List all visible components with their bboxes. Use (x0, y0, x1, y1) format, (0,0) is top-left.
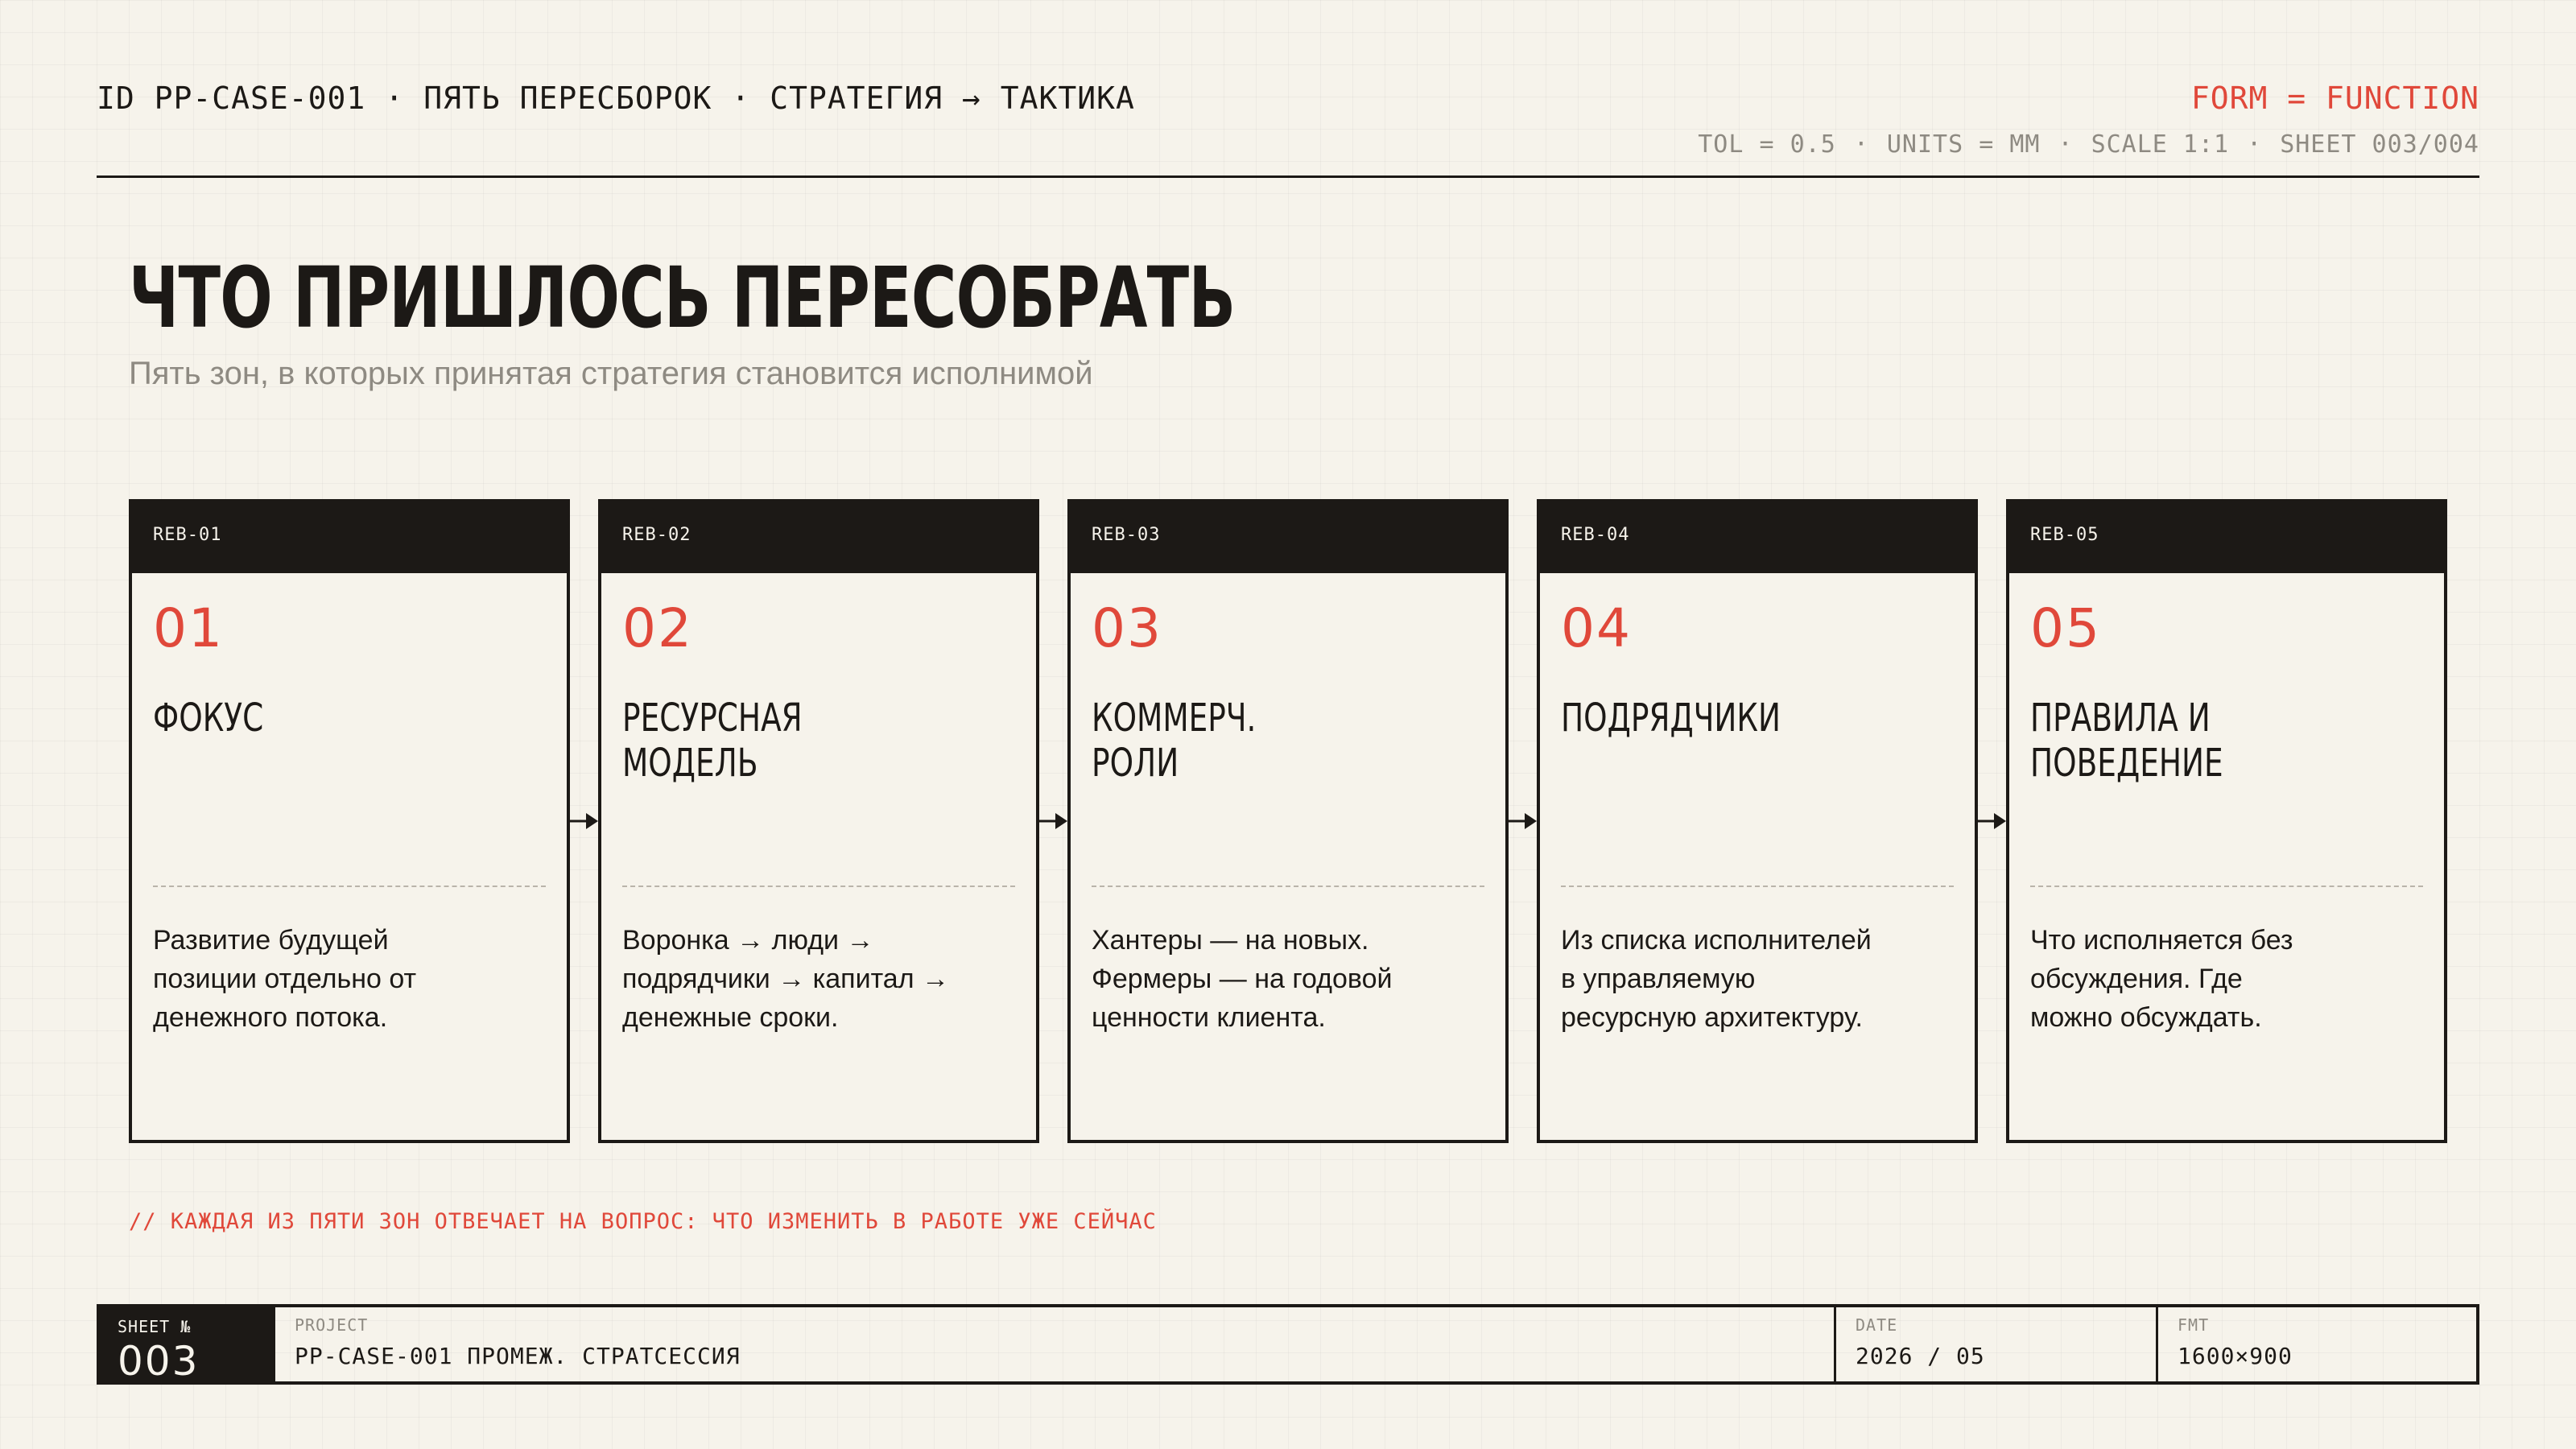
card-number: 05 (2030, 597, 2101, 659)
card-description: Воронка → люди → подрядчики → капитал → де… (622, 921, 1009, 1037)
card-description-line: Что исполняется без (2030, 925, 2293, 956)
rebuild-card: REB-01 01 ФОКУС Развитие будущей позиции отд… (129, 499, 570, 1143)
header-specs: TOL = 0.5 · UNITS = MM · SCALE 1:1 · SHEET 003… (1698, 130, 2479, 159)
card-description-line: Хантеры — на новых. (1092, 925, 1369, 956)
card-title-line: ФОКУС (153, 696, 264, 741)
rebuild-card: REB-05 05 ПРАВИЛА И ПОВЕДЕНИЕ Что исполняетс… (2006, 499, 2447, 1143)
footer-format-cell: FMT 1600×900 (2156, 1307, 2476, 1381)
card-code: REB-05 (2009, 502, 2444, 573)
card-description-line: Воронка → люди → (622, 925, 874, 956)
header-breadcrumb: ID PP-CASE-001 · ПЯТЬ ПЕРЕСБОРОК · СТРАТЕГИЯ… (97, 80, 1135, 116)
page-title: ЧТО ПРИШЛОСЬ ПЕРЕСОБРАТЬ (129, 249, 1236, 347)
card-description-line: ресурсную архитектуру. (1561, 1002, 1863, 1033)
card-title-line: ПРАВИЛА И (2030, 696, 2211, 741)
card-code: REB-01 (132, 502, 567, 573)
card-description: Хантеры — на новых. Фермеры — на годовой ц… (1092, 921, 1478, 1037)
footer-date-cell: DATE 2026 / 05 (1834, 1307, 2156, 1381)
card-description-line: подрядчики → капитал → (622, 964, 949, 994)
card-divider (622, 886, 1015, 887)
card-title: КОММЕРЧ. РОЛИ (1092, 696, 1493, 786)
header-separator: · (731, 80, 751, 116)
card-description-line: Фермеры — на годовой (1092, 964, 1393, 994)
footer-project-value: PP-CASE-001 ПРОМЕЖ. СТРАТСЕССИЯ (295, 1343, 741, 1369)
rebuild-card: REB-02 02 РЕСУРСНАЯ МОДЕЛЬ Воронка → люди → п… (598, 499, 1039, 1143)
spec-tol: TOL = 0.5 (1698, 130, 1836, 159)
arrow-right-icon (1978, 813, 2006, 829)
footnote: // КАЖДАЯ ИЗ ПЯТИ ЗОН ОТВЕЧАЕТ НА ВОПРОС… (129, 1209, 1157, 1234)
arrow-right-icon (1039, 813, 1067, 829)
card-divider (1092, 886, 1484, 887)
spec-units: UNITS = MM (1886, 130, 2041, 159)
header-separator: · (2058, 130, 2074, 159)
card-description-line: Развитие будущей (153, 925, 389, 956)
footer-sheet-number: 003 (118, 1338, 200, 1385)
header-project: ПЯТЬ ПЕРЕСБОРОК (423, 80, 712, 116)
card-title: РЕСУРСНАЯ МОДЕЛЬ (622, 696, 1024, 786)
header-id: ID PP-CASE-001 (97, 80, 366, 116)
card-title-line: ПОДРЯДЧИКИ (1561, 696, 1781, 741)
footer-format-label: FMT (2178, 1315, 2210, 1335)
card-title-line: КОММЕРЧ. (1092, 696, 1257, 741)
card-title-line: РОЛИ (1092, 741, 1179, 786)
rebuild-cards: REB-01 01 ФОКУС Развитие будущей позиции отд… (129, 499, 2447, 1143)
rebuild-card: REB-03 03 КОММЕРЧ. РОЛИ Хантеры — на новых. Ф… (1067, 499, 1509, 1143)
card-title-line: МОДЕЛЬ (622, 741, 758, 786)
card-title-line: ПОВЕДЕНИЕ (2030, 741, 2223, 786)
footer-date-label: DATE (1856, 1315, 1898, 1335)
footer-date-value: 2026 / 05 (1856, 1343, 1985, 1369)
card-number: 04 (1561, 597, 1632, 659)
card-description-line: можно обсуждать. (2030, 1002, 2262, 1033)
card-divider (1561, 886, 1954, 887)
card-code: REB-04 (1540, 502, 1975, 573)
spec-sheet: SHEET 003/004 (2280, 130, 2479, 159)
card-description: Из списка исполнителей в управляемую ресур… (1561, 921, 1947, 1037)
card-title-line: РЕСУРСНАЯ (622, 696, 803, 741)
footer-project-cell: PROJECT PP-CASE-001 ПРОМЕЖ. СТРАТСЕССИЯ (275, 1307, 1834, 1381)
card-code: REB-03 (1071, 502, 1505, 573)
card-number: 01 (153, 597, 224, 659)
spec-scale: SCALE 1:1 (2091, 130, 2230, 159)
card-divider (2030, 886, 2423, 887)
card-description-line: ценности клиента. (1092, 1002, 1326, 1033)
header-separator: · (2247, 130, 2263, 159)
card-description-line: в управляемую (1561, 964, 1756, 994)
page-subtitle: Пять зон, в которых принятая стратегия с… (129, 356, 1093, 391)
header-motto: FORM = FUNCTION (2190, 80, 2479, 116)
card-description-line: денежные сроки. (622, 1002, 839, 1033)
card-title: ПОДРЯДЧИКИ (1561, 696, 1963, 741)
header-flow: СТРАТЕГИЯ → ТАКТИКА (770, 80, 1135, 116)
card-code: REB-02 (601, 502, 1036, 573)
footer-format-value: 1600×900 (2178, 1343, 2293, 1369)
card-description-line: позиции отдельно от (153, 964, 417, 994)
card-description-line: обсуждения. Где (2030, 964, 2243, 994)
arrow-right-icon (570, 813, 598, 829)
header-separator: · (385, 80, 405, 116)
header-divider (97, 175, 2479, 178)
footer-sheet-label: SHEET № (118, 1317, 192, 1336)
card-title: ФОКУС (153, 696, 555, 741)
rebuild-card: REB-04 04 ПОДРЯДЧИКИ Из списка исполнителей… (1537, 499, 1978, 1143)
card-number: 03 (1092, 597, 1162, 659)
footer-sheet-cell: SHEET № 003 (100, 1307, 275, 1381)
card-number: 02 (622, 597, 693, 659)
card-description-line: денежного потока. (153, 1002, 388, 1033)
card-divider (153, 886, 546, 887)
arrow-right-icon (1509, 813, 1537, 829)
card-description: Что исполняется без обсуждения. Где можно … (2030, 921, 2417, 1037)
card-title: ПРАВИЛА И ПОВЕДЕНИЕ (2030, 696, 2432, 786)
footer-title-block: SHEET № 003 PROJECT PP-CASE-001 ПРОМЕЖ. … (97, 1304, 2479, 1385)
footer-project-label: PROJECT (295, 1315, 369, 1335)
header-separator: · (1853, 130, 1869, 159)
card-description: Развитие будущей позиции отдельно от денеж… (153, 921, 539, 1037)
card-description-line: Из списка исполнителей (1561, 925, 1872, 956)
